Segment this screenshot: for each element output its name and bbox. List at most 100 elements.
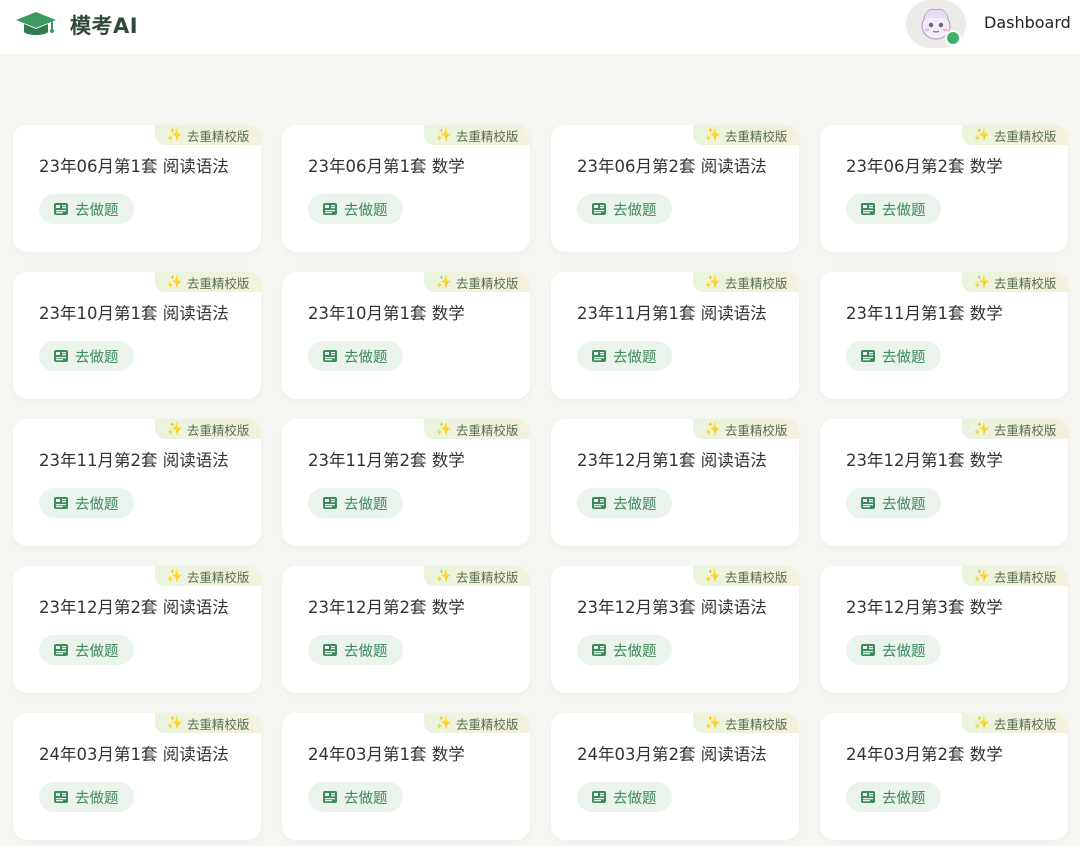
brand-title[interactable]: 模考AI [70, 10, 138, 40]
refined-version-badge: ✨ 去重精校版 [962, 419, 1068, 439]
exam-title: 23年12月第2套 数学 [308, 598, 465, 617]
exam-title: 24年03月第1套 阅读语法 [39, 745, 229, 764]
badge-label: 去重精校版 [724, 716, 788, 732]
exam-title: 23年11月第1套 阅读语法 [577, 304, 767, 323]
exam-card[interactable]: ✨ 去重精校版 24年03月第1套 数学去做题 [282, 713, 530, 840]
graduation-cap-icon[interactable] [14, 8, 58, 40]
exam-card[interactable]: ✨ 去重精校版 24年03月第2套 阅读语法去做题 [551, 713, 799, 840]
exam-card[interactable]: ✨ 去重精校版 24年03月第1套 阅读语法去做题 [13, 713, 261, 840]
start-practice-label: 去做题 [75, 496, 119, 513]
exam-title: 23年06月第1套 数学 [308, 157, 465, 176]
exam-card[interactable]: ✨ 去重精校版 23年12月第2套 阅读语法 去做题 [13, 566, 261, 693]
dashboard-link[interactable]: Dashboard [984, 13, 1071, 32]
worksheet-icon [54, 497, 68, 509]
exam-card[interactable]: ✨ 去重精校版 23年11月第1套 数学 去做题 [820, 272, 1068, 399]
start-practice-button[interactable]: 去做题 [577, 488, 672, 518]
badge-label: 去重精校版 [455, 716, 519, 732]
start-practice-button[interactable]: 去做题 [846, 635, 941, 665]
sparkle-icon: ✨ [704, 715, 721, 731]
exam-card[interactable]: ✨ 去重精校版 23年11月第2套 阅读语法 去做题 [13, 419, 261, 546]
refined-version-badge: ✨ 去重精校版 [424, 419, 530, 439]
exam-title: 23年11月第2套 数学 [308, 451, 465, 470]
exam-title: 23年12月第3套 数学 [846, 598, 1003, 617]
badge-label: 去重精校版 [186, 569, 250, 585]
badge-label: 去重精校版 [993, 716, 1057, 732]
worksheet-icon [323, 791, 337, 803]
start-practice-button[interactable]: 去做题 [577, 782, 672, 812]
start-practice-button[interactable]: 去做题 [846, 341, 941, 371]
exam-card[interactable]: ✨ 去重精校版 23年06月第2套 数学 去做题 [820, 125, 1068, 252]
exam-title: 23年12月第3套 阅读语法 [577, 598, 767, 617]
start-practice-button[interactable]: 去做题 [39, 635, 134, 665]
sparkle-icon: ✨ [973, 715, 990, 731]
start-practice-button[interactable]: 去做题 [846, 488, 941, 518]
badge-label: 去重精校版 [993, 128, 1057, 144]
exam-card-grid: ✨ 去重精校版 23年06月第1套 阅读语法 去做题 ✨ 去重精校版 23年06月第1套 数… [13, 125, 1068, 840]
exam-card[interactable]: ✨ 去重精校版 23年06月第1套 数学 去做题 [282, 125, 530, 252]
start-practice-label: 去做题 [613, 790, 657, 807]
exam-card[interactable]: ✨ 去重精校版 24年03月第2套 数学 去做题 [820, 713, 1068, 840]
start-practice-label: 去做题 [344, 349, 388, 366]
exam-card[interactable]: ✨ 去重精校版 23年12月第1套 数学 去做题 [820, 419, 1068, 546]
start-practice-label: 去做题 [613, 349, 657, 366]
refined-version-badge: ✨ 去重精校版 [962, 125, 1068, 145]
exam-title: 23年06月第1套 阅读语法 [39, 157, 229, 176]
worksheet-icon [323, 350, 337, 362]
start-practice-label: 去做题 [344, 202, 388, 219]
start-practice-button[interactable]: 去做题 [577, 635, 672, 665]
sparkle-icon: ✨ [435, 421, 452, 437]
worksheet-icon [54, 791, 68, 803]
start-practice-button[interactable]: 去做题 [39, 341, 134, 371]
exam-title: 23年06月第2套 阅读语法 [577, 157, 767, 176]
start-practice-label: 去做题 [344, 496, 388, 513]
start-practice-button[interactable]: 去做题 [308, 194, 403, 224]
refined-version-badge: ✨ 去重精校版 [155, 713, 261, 733]
start-practice-button[interactable]: 去做题 [39, 194, 134, 224]
worksheet-icon [323, 203, 337, 215]
exam-card[interactable]: ✨ 去重精校版 23年10月第1套 阅读语法 去做题 [13, 272, 261, 399]
sparkle-icon: ✨ [704, 568, 721, 584]
start-practice-label: 去做题 [344, 790, 388, 807]
exam-title: 24年03月第1套 数学 [308, 745, 465, 764]
exam-card[interactable]: ✨ 去重精校版 23年12月第2套 数学去做题 [282, 566, 530, 693]
worksheet-icon [54, 203, 68, 215]
badge-label: 去重精校版 [724, 422, 788, 438]
start-practice-button[interactable]: 去做题 [308, 341, 403, 371]
start-practice-button[interactable]: 去做题 [846, 782, 941, 812]
avatar[interactable] [906, 0, 966, 48]
sparkle-icon: ✨ [704, 274, 721, 290]
worksheet-icon [861, 203, 875, 215]
refined-version-badge: ✨ 去重精校版 [693, 713, 799, 733]
exam-card[interactable]: ✨ 去重精校版 23年10月第1套 数学 去做题 [282, 272, 530, 399]
exam-card[interactable]: ✨ 去重精校版 23年12月第3套 阅读语法去做题 [551, 566, 799, 693]
start-practice-button[interactable]: 去做题 [846, 194, 941, 224]
exam-card[interactable]: ✨ 去重精校版 23年06月第2套 阅读语法 去做题 [551, 125, 799, 252]
start-practice-button[interactable]: 去做题 [577, 341, 672, 371]
start-practice-label: 去做题 [882, 790, 926, 807]
start-practice-label: 去做题 [882, 643, 926, 660]
refined-version-badge: ✨ 去重精校版 [424, 713, 530, 733]
exam-card[interactable]: ✨ 去重精校版 23年06月第1套 阅读语法 去做题 [13, 125, 261, 252]
start-practice-button[interactable]: 去做题 [308, 635, 403, 665]
start-practice-button[interactable]: 去做题 [39, 782, 134, 812]
start-practice-button[interactable]: 去做题 [308, 488, 403, 518]
worksheet-icon [592, 644, 606, 656]
refined-version-badge: ✨ 去重精校版 [693, 272, 799, 292]
start-practice-button[interactable]: 去做题 [308, 782, 403, 812]
exam-card[interactable]: ✨ 去重精校版 23年12月第1套 阅读语法 去做题 [551, 419, 799, 546]
start-practice-button[interactable]: 去做题 [39, 488, 134, 518]
refined-version-badge: ✨ 去重精校版 [693, 566, 799, 586]
online-status-dot [945, 30, 961, 46]
exam-card[interactable]: ✨ 去重精校版 23年12月第3套 数学 去做题 [820, 566, 1068, 693]
sparkle-icon: ✨ [973, 274, 990, 290]
worksheet-icon [323, 497, 337, 509]
exam-title: 23年11月第2套 阅读语法 [39, 451, 229, 470]
exam-card[interactable]: ✨ 去重精校版 23年11月第2套 数学去做题 [282, 419, 530, 546]
worksheet-icon [861, 791, 875, 803]
refined-version-badge: ✨ 去重精校版 [424, 566, 530, 586]
start-practice-button[interactable]: 去做题 [577, 194, 672, 224]
exam-title: 24年03月第2套 阅读语法 [577, 745, 767, 764]
sparkle-icon: ✨ [704, 421, 721, 437]
exam-card[interactable]: ✨ 去重精校版 23年11月第1套 阅读语法去做题 [551, 272, 799, 399]
badge-label: 去重精校版 [724, 569, 788, 585]
